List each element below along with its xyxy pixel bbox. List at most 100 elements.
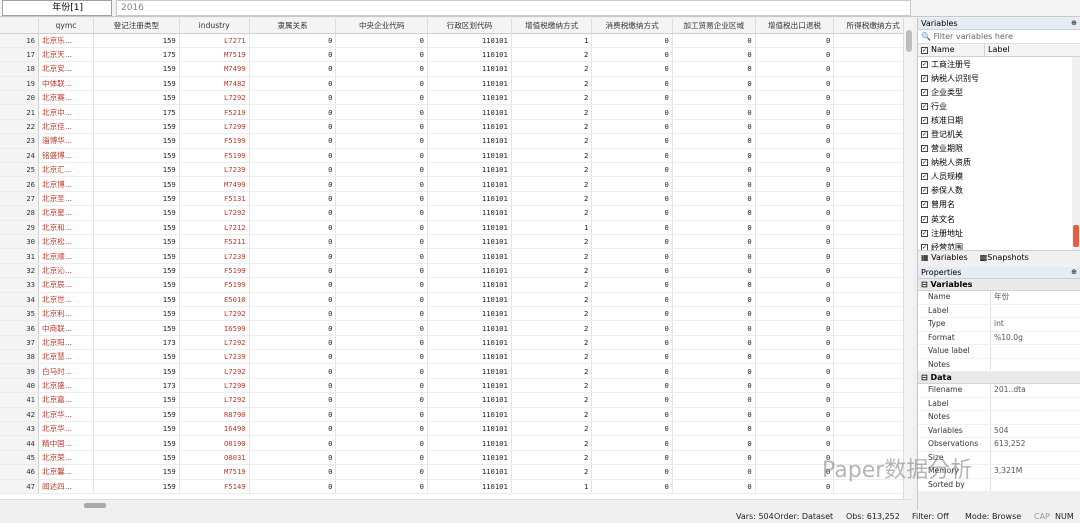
- column-header[interactable]: 登记注册类型: [93, 18, 180, 34]
- cell-value-field[interactable]: 2016: [116, 0, 911, 16]
- table-cell[interactable]: 0: [672, 191, 756, 207]
- grid-vertical-scrollbar[interactable]: [903, 18, 913, 499]
- table-cell[interactable]: 2: [511, 450, 593, 466]
- table-cell[interactable]: 0: [755, 421, 835, 437]
- property-row[interactable]: Filename 201..dta: [918, 384, 1080, 398]
- table-cell[interactable]: 110101: [427, 104, 512, 120]
- table-cell[interactable]: 0: [591, 378, 673, 394]
- table-cell[interactable]: 0: [335, 407, 428, 423]
- table-cell[interactable]: 110101: [427, 263, 512, 279]
- table-cell[interactable]: 110101: [427, 421, 512, 437]
- table-cell[interactable]: 159: [93, 248, 180, 264]
- table-cell[interactable]: 1: [833, 248, 913, 264]
- table-cell[interactable]: 110101: [427, 33, 512, 48]
- property-row[interactable]: Notes: [918, 358, 1080, 372]
- table-cell[interactable]: 159: [93, 435, 180, 451]
- table-cell[interactable]: 0: [672, 76, 756, 92]
- table-cell[interactable]: 2: [511, 76, 593, 92]
- variable-checkbox[interactable]: ✓: [921, 173, 928, 181]
- table-cell[interactable]: 0: [591, 450, 673, 466]
- table-row[interactable]: 25北京汇...159L72390011010120001: [0, 162, 913, 178]
- table-cell[interactable]: 159: [93, 61, 180, 77]
- table-cell[interactable]: 0: [755, 191, 835, 207]
- table-cell[interactable]: 1: [833, 335, 913, 351]
- table-cell[interactable]: 0: [672, 263, 756, 279]
- table-cell[interactable]: 159: [93, 148, 180, 164]
- row-number[interactable]: 26: [0, 176, 39, 192]
- table-cell[interactable]: 0: [672, 148, 756, 164]
- table-row[interactable]: 39白马时...159L72920011010120001: [0, 363, 913, 379]
- variable-item[interactable]: ✓ 营业期限: [918, 142, 1080, 156]
- variable-item[interactable]: ✓ 注册地址: [918, 226, 1080, 240]
- table-cell[interactable]: 0: [591, 148, 673, 164]
- table-cell[interactable]: 0: [335, 61, 428, 77]
- table-cell[interactable]: 0: [672, 421, 756, 437]
- table-cell[interactable]: 淄博华...: [38, 133, 94, 149]
- table-cell[interactable]: M7482: [179, 76, 250, 92]
- variables-scrollbar[interactable]: [1072, 57, 1080, 250]
- table-cell[interactable]: 北京华...: [38, 421, 94, 437]
- table-cell[interactable]: 2: [511, 277, 593, 293]
- table-cell[interactable]: 北京安...: [38, 61, 94, 77]
- table-cell[interactable]: 0: [672, 349, 756, 365]
- table-cell[interactable]: 0: [755, 104, 835, 120]
- table-cell[interactable]: 2: [511, 407, 593, 423]
- table-cell[interactable]: 0: [335, 263, 428, 279]
- table-cell[interactable]: O8190: [179, 435, 250, 451]
- table-cell[interactable]: 1: [833, 191, 913, 207]
- table-cell[interactable]: 0: [591, 407, 673, 423]
- pin-icon[interactable]: ⊕: [1071, 267, 1077, 278]
- table-cell[interactable]: 北京乐...: [38, 33, 94, 48]
- table-cell[interactable]: 175: [93, 47, 180, 63]
- row-number[interactable]: 45: [0, 450, 39, 466]
- table-cell[interactable]: L7292: [179, 90, 250, 106]
- table-cell[interactable]: 北京辰...: [38, 277, 94, 293]
- table-cell[interactable]: L7292: [179, 205, 250, 221]
- table-row[interactable]: 45北京荣...159O80310011010120001: [0, 450, 913, 466]
- table-row[interactable]: 19中体联...159M74820011010120001: [0, 76, 913, 92]
- table-cell[interactable]: 159: [93, 133, 180, 149]
- table-cell[interactable]: 0: [591, 335, 673, 351]
- table-cell[interactable]: 2: [511, 90, 593, 106]
- table-row[interactable]: 44精中国...159O81900011010120001: [0, 435, 913, 451]
- table-cell[interactable]: F5199: [179, 133, 250, 149]
- table-cell[interactable]: 1: [511, 33, 593, 48]
- table-cell[interactable]: L7212: [179, 220, 250, 235]
- table-cell[interactable]: 3: [833, 133, 913, 149]
- table-cell[interactable]: 0: [335, 392, 428, 408]
- table-cell[interactable]: 0: [672, 205, 756, 221]
- table-cell[interactable]: 110101: [427, 176, 512, 192]
- table-cell[interactable]: L7239: [179, 162, 250, 178]
- table-cell[interactable]: 159: [93, 234, 180, 250]
- table-cell[interactable]: 2: [511, 162, 593, 178]
- table-cell[interactable]: 0: [591, 363, 673, 379]
- variable-item[interactable]: ✓ 纳税人资质: [918, 156, 1080, 170]
- table-cell[interactable]: 0: [755, 90, 835, 106]
- table-cell[interactable]: 110101: [427, 61, 512, 77]
- table-cell[interactable]: 159: [93, 407, 180, 423]
- pin-icon[interactable]: ⊕: [1071, 18, 1077, 29]
- property-row[interactable]: Notes: [918, 411, 1080, 425]
- table-cell[interactable]: 0: [755, 162, 835, 178]
- table-cell[interactable]: 1: [833, 392, 913, 408]
- table-row[interactable]: 20北京赛...159L72920011010120001: [0, 90, 913, 106]
- table-cell[interactable]: 110101: [427, 335, 512, 351]
- table-cell[interactable]: 0: [335, 191, 428, 207]
- table-cell[interactable]: 0: [591, 421, 673, 437]
- table-cell[interactable]: 0: [335, 133, 428, 149]
- table-cell[interactable]: 1: [833, 119, 913, 135]
- grid-vertical-scroll-thumb[interactable]: [906, 30, 912, 52]
- table-cell[interactable]: 0: [249, 33, 337, 48]
- table-row[interactable]: 40北京盛...173L72990011010120001: [0, 378, 913, 394]
- table-cell[interactable]: 159: [93, 464, 180, 480]
- table-cell[interactable]: 0: [755, 277, 835, 293]
- property-row[interactable]: Label: [918, 304, 1080, 318]
- table-cell[interactable]: 0: [249, 119, 337, 135]
- table-cell[interactable]: 159: [93, 162, 180, 178]
- table-cell[interactable]: I6490: [179, 421, 250, 437]
- table-cell[interactable]: 0: [755, 76, 835, 92]
- table-cell[interactable]: 北京沁...: [38, 263, 94, 279]
- table-cell[interactable]: 0: [672, 133, 756, 149]
- table-cell[interactable]: 0: [672, 162, 756, 178]
- table-cell[interactable]: 0: [672, 479, 756, 495]
